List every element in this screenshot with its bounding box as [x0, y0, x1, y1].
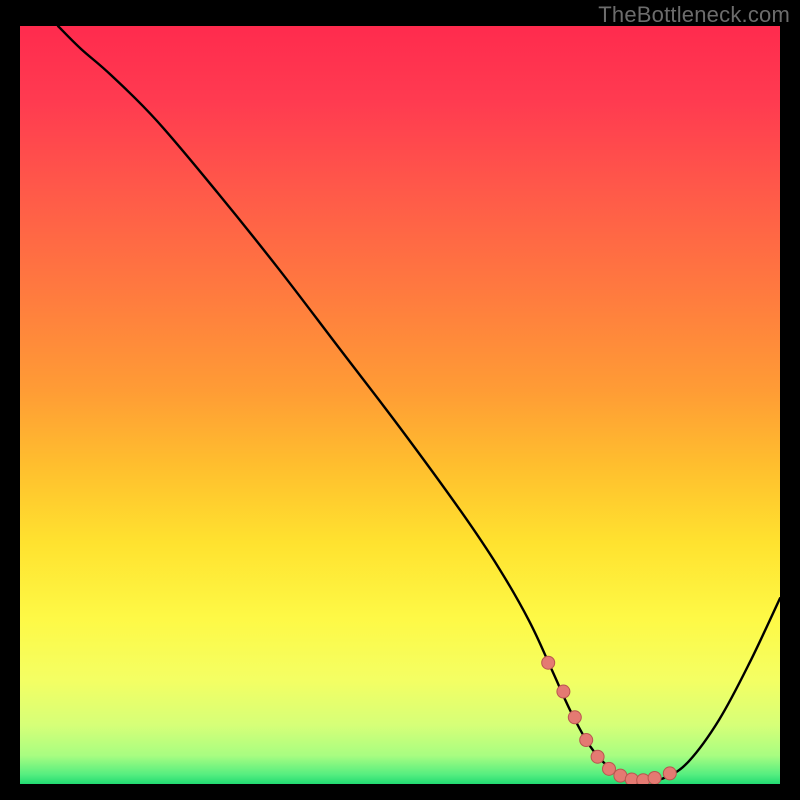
marker-point — [557, 685, 570, 698]
bottleneck-curve — [58, 26, 780, 781]
marker-point — [603, 762, 616, 775]
marker-point — [580, 734, 593, 747]
highlighted-points — [542, 656, 677, 784]
curve-layer — [20, 26, 780, 784]
marker-point — [542, 656, 555, 669]
marker-point — [648, 771, 661, 784]
watermark-text: TheBottleneck.com — [598, 2, 790, 28]
marker-point — [625, 773, 638, 784]
marker-point — [663, 767, 676, 780]
marker-point — [568, 711, 581, 724]
marker-point — [591, 750, 604, 763]
plot-area — [20, 26, 780, 784]
chart-frame: TheBottleneck.com — [0, 0, 800, 800]
